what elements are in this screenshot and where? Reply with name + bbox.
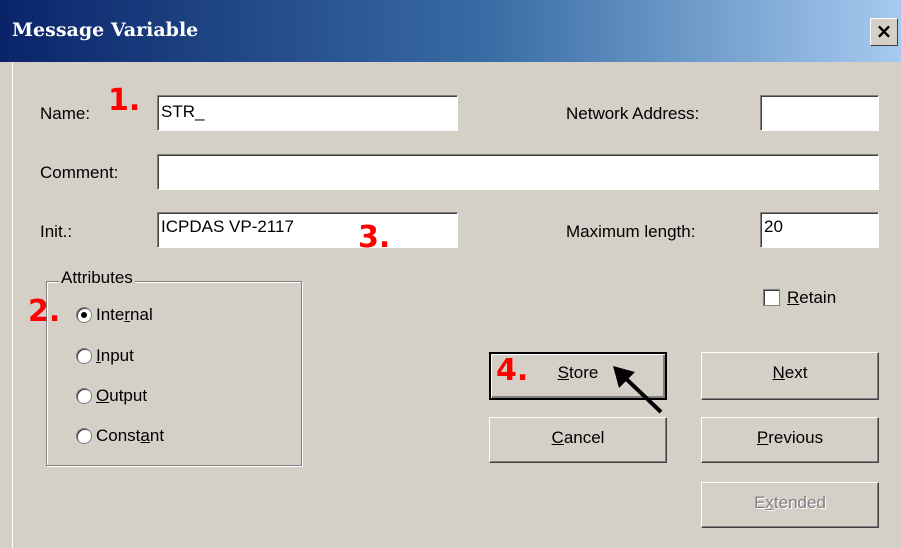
next-button[interactable]: Next [701,352,879,400]
radio-button-icon[interactable] [76,307,92,323]
radio-button-icon[interactable] [76,348,92,364]
name-field[interactable]: STR_ [157,95,458,131]
window-title: Message Variable [12,19,199,41]
init-label: Init.: [40,222,73,241]
network-address-field[interactable] [760,95,879,131]
comment-label: Comment: [40,163,119,182]
attribute-radio-label: Output [96,386,148,405]
init-field[interactable]: ICPDAS VP-2117 [157,212,458,248]
annotation-step-3: 3. [358,220,391,255]
name-label: Name: [40,104,91,123]
previous-button[interactable]: Previous [701,417,879,463]
annotation-step-4: 4. [496,353,529,388]
close-button[interactable]: × [870,18,898,46]
attribute-radio-1[interactable]: Input [76,346,134,366]
comment-field[interactable] [157,154,879,190]
annotation-step-1: 1. [108,83,141,118]
attribute-radio-label: Constant [96,426,165,445]
radio-button-icon[interactable] [76,388,92,404]
max-length-field[interactable]: 20 [760,212,879,248]
attributes-legend: Attributes [59,268,135,288]
attribute-radio-label: Input [96,346,134,365]
attribute-radio-label: Internal [96,305,153,324]
annotation-step-2: 2. [28,294,61,329]
pointer-arrow-icon [613,366,663,414]
title-bar[interactable]: Message Variable × [0,0,901,62]
attribute-radio-0[interactable]: Internal [76,305,153,325]
network-address-label: Network Address: [566,104,700,123]
attribute-radio-2[interactable]: Output [76,386,147,406]
retain-label[interactable]: Retain [787,288,836,308]
radio-button-icon[interactable] [76,428,92,444]
max-length-label: Maximum length: [566,222,696,241]
retain-checkbox[interactable] [763,289,780,306]
attribute-radio-3[interactable]: Constant [76,426,164,446]
message-variable-dialog: Message Variable × Name: STR_ Network Ad… [0,0,901,548]
extended-button[interactable]: Extended [701,482,879,528]
cancel-button[interactable]: Cancel [489,417,667,463]
